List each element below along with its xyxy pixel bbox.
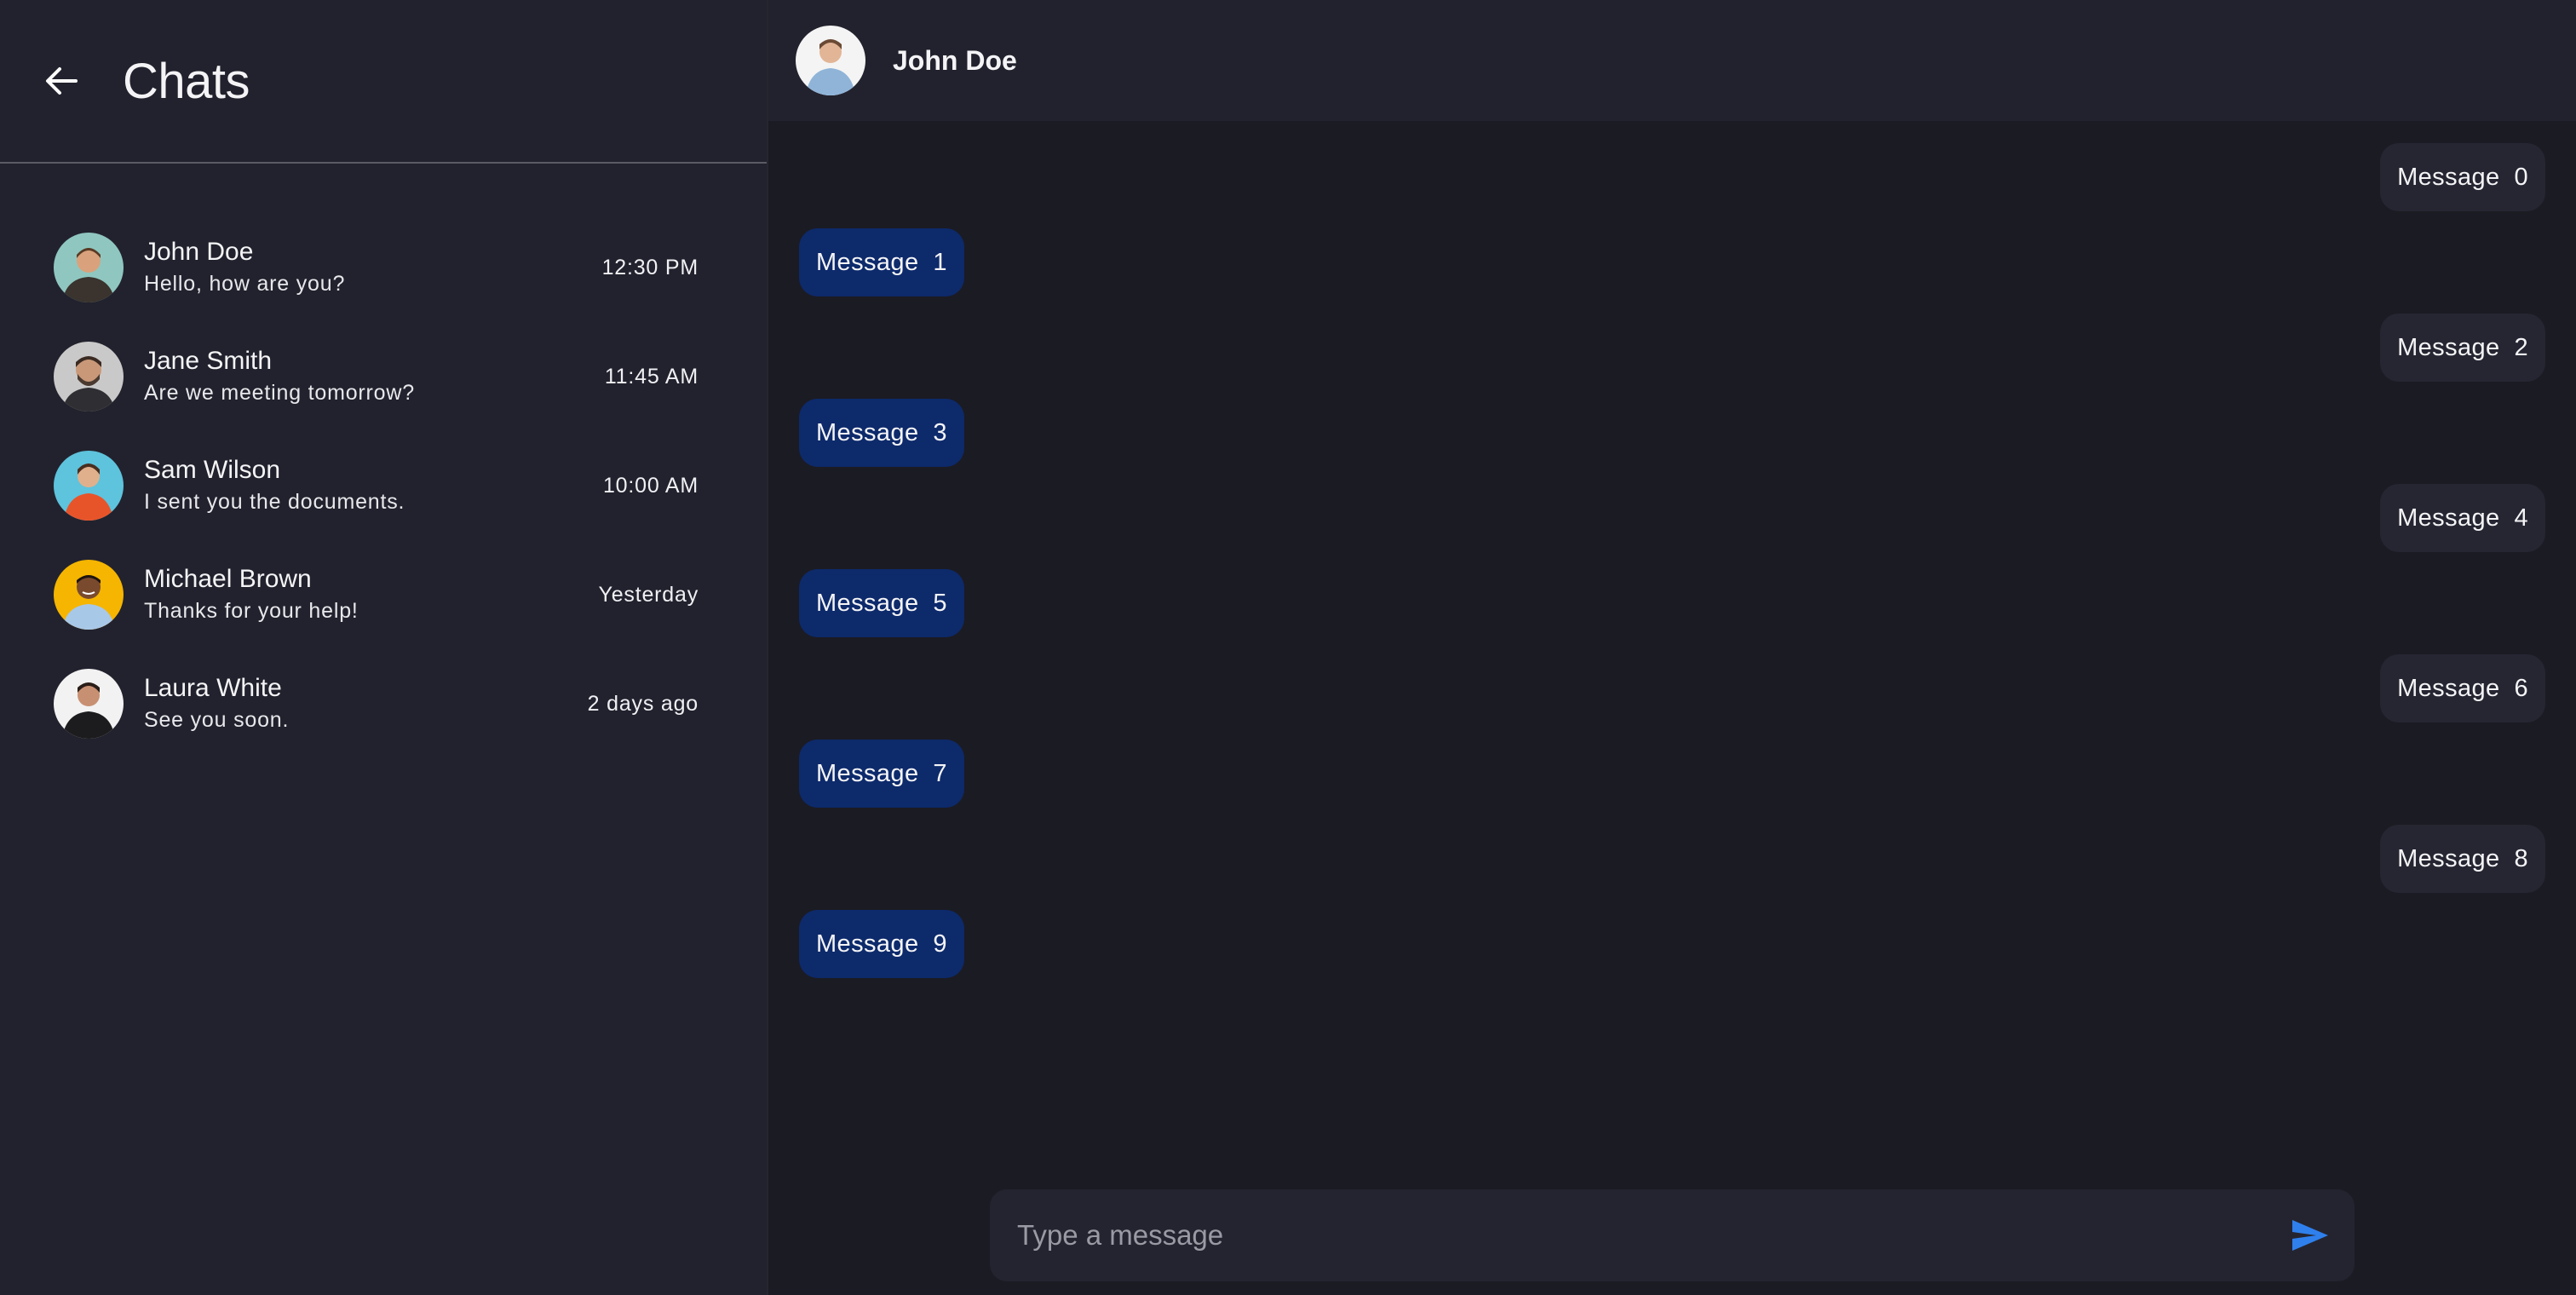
message-bubble-outgoing: Message 3 — [799, 399, 964, 467]
chat-time: 12:30 PM — [601, 255, 699, 279]
chat-name: Laura White — [144, 674, 282, 702]
chat-text: John Doe Hello, how are you? — [144, 236, 602, 299]
message-bubble-outgoing: Message 5 — [799, 569, 964, 637]
chat-preview: I sent you the documents. — [144, 490, 405, 514]
message-bubble-outgoing: Message 1 — [799, 228, 964, 296]
avatar — [54, 669, 124, 739]
chat-preview: Are we meeting tomorrow? — [144, 381, 415, 405]
chat-item-laura-white[interactable]: Laura White See you soon. 2 days ago — [0, 649, 767, 758]
chat-text: Michael Brown Thanks for your help! — [144, 563, 599, 626]
chat-app: Chats John Doe Hello, how are you? 12:30… — [0, 0, 2576, 1295]
message-bubble-incoming: Message 8 — [2380, 825, 2545, 893]
sidebar-header: Chats — [0, 0, 767, 164]
message-bubble-incoming: Message 2 — [2380, 314, 2545, 382]
message-composer — [990, 1189, 2355, 1281]
message-bubble-outgoing: Message 9 — [799, 910, 964, 978]
chat-list: John Doe Hello, how are you? 12:30 PM Ja… — [0, 164, 767, 758]
avatar[interactable] — [796, 26, 865, 95]
conversation-panel: John Doe Message 0 Message 1 Message 2 M… — [767, 0, 2576, 1295]
chat-text: Laura White See you soon. — [144, 672, 588, 735]
sidebar-title: Chats — [123, 53, 250, 109]
contact-name: John Doe — [893, 44, 1017, 76]
message-list: Message 0 Message 1 Message 2 Message 3 … — [768, 121, 2576, 1169]
message-bubble-incoming: Message 0 — [2380, 143, 2545, 211]
avatar — [54, 560, 124, 630]
chat-time: Yesterday — [598, 582, 699, 607]
chat-name: John Doe — [144, 238, 254, 266]
chat-time: 10:00 AM — [602, 473, 699, 498]
avatar — [54, 233, 124, 302]
chat-text: Jane Smith Are we meeting tomorrow? — [144, 345, 605, 408]
chat-item-michael-brown[interactable]: Michael Brown Thanks for your help! Yest… — [0, 540, 767, 649]
back-arrow-icon[interactable] — [44, 64, 78, 98]
chat-item-john-doe[interactable]: John Doe Hello, how are you? 12:30 PM — [0, 213, 767, 322]
avatar — [54, 342, 124, 412]
chat-time: 2 days ago — [587, 691, 699, 716]
chat-item-jane-smith[interactable]: Jane Smith Are we meeting tomorrow? 11:4… — [0, 322, 767, 431]
chat-time: 11:45 AM — [604, 364, 699, 388]
chat-preview: Thanks for your help! — [144, 599, 359, 623]
conversation-header: John Doe — [768, 0, 2576, 121]
chat-preview: See you soon. — [144, 708, 290, 732]
message-input[interactable] — [1017, 1219, 2285, 1252]
message-bubble-outgoing: Message 7 — [799, 740, 964, 808]
avatar — [54, 451, 124, 521]
chat-preview: Hello, how are you? — [144, 272, 346, 296]
sidebar: Chats John Doe Hello, how are you? 12:30… — [0, 0, 767, 1295]
chat-text: Sam Wilson I sent you the documents. — [144, 454, 603, 517]
chat-item-sam-wilson[interactable]: Sam Wilson I sent you the documents. 10:… — [0, 431, 767, 540]
message-bubble-incoming: Message 4 — [2380, 484, 2545, 552]
message-bubble-incoming: Message 6 — [2380, 654, 2545, 722]
chat-name: Michael Brown — [144, 565, 312, 593]
chat-name: Sam Wilson — [144, 456, 281, 484]
send-icon[interactable] — [2285, 1210, 2336, 1261]
chat-name: Jane Smith — [144, 347, 273, 375]
